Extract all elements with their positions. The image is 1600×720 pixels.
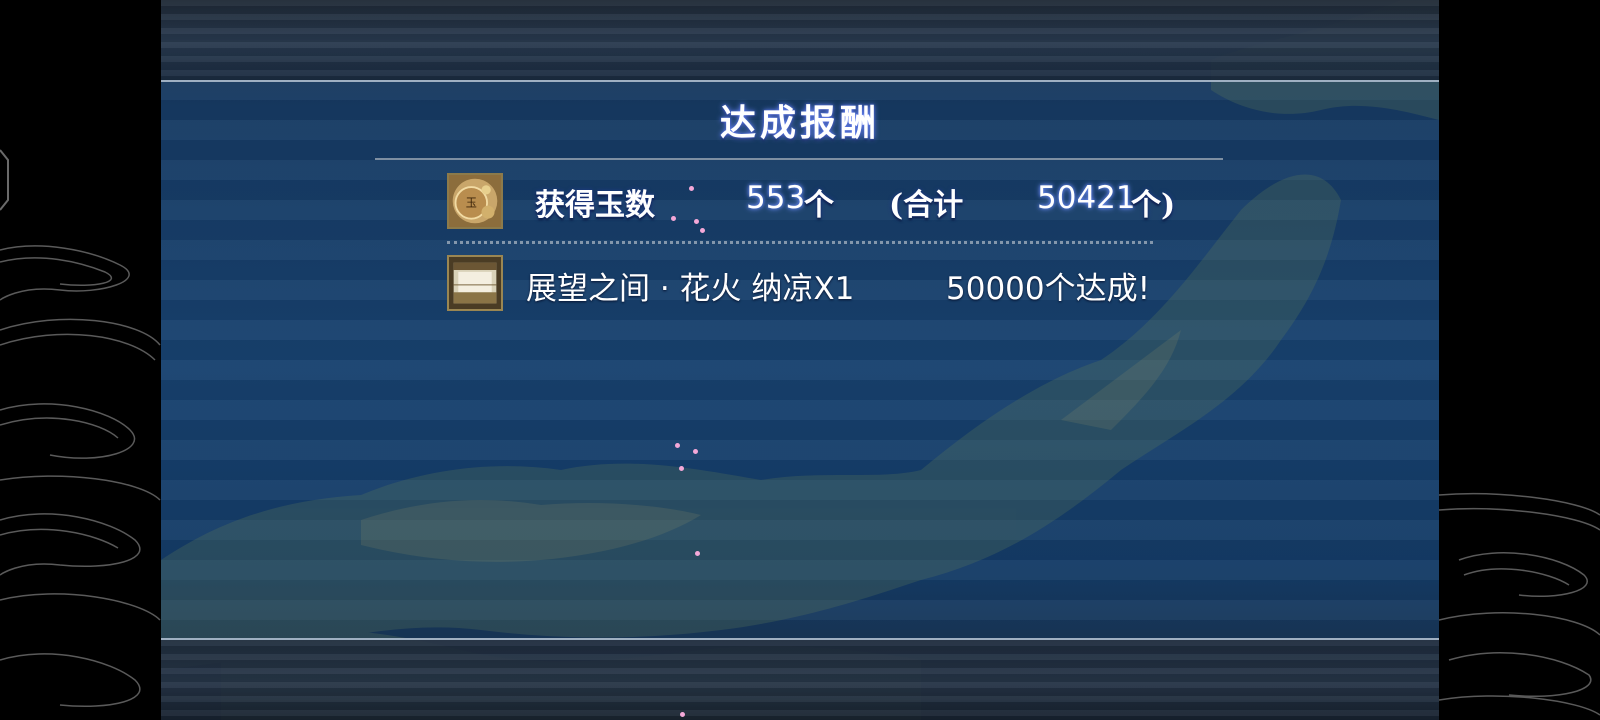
- bottom-rule: [161, 638, 1439, 640]
- jade-total-value: 50421: [1037, 180, 1136, 216]
- top-band: [161, 0, 1439, 81]
- jade-coin-icon: 玉: [447, 173, 503, 229]
- title-divider: [375, 158, 1223, 160]
- reward-item-name: 展望之间 · 花火 纳凉X1: [526, 271, 855, 307]
- jade-total-suffix: 个): [1131, 188, 1176, 223]
- svg-text:玉: 玉: [466, 197, 477, 210]
- petal-particle: [695, 551, 700, 556]
- right-wave-decoration: [1439, 0, 1600, 720]
- jade-gained-unit: 个: [804, 188, 834, 223]
- petal-particle: [671, 216, 676, 221]
- top-rule: [161, 80, 1439, 82]
- left-wave-decoration: [0, 0, 161, 720]
- reward-dialog-stage: 达成报酬 玉 获得玉数 553 个 (合计 50421 个) 展望之间 · 花火…: [161, 0, 1439, 720]
- row-separator: [447, 241, 1153, 244]
- bottom-band: [161, 640, 1439, 720]
- jade-label: 获得玉数: [535, 188, 655, 223]
- room-scene-icon: [447, 255, 503, 311]
- petal-particle: [694, 219, 699, 224]
- petal-particle: [675, 443, 680, 448]
- petal-particle: [689, 186, 694, 191]
- dialog-title: 达成报酬: [719, 102, 880, 144]
- petal-particle: [700, 228, 705, 233]
- jade-total-prefix: (合计: [889, 188, 964, 223]
- reward-condition: 50000个达成!: [946, 271, 1151, 307]
- petal-particle: [693, 449, 698, 454]
- petal-particle: [680, 712, 685, 717]
- jade-gained-value: 553: [746, 180, 806, 216]
- petal-particle: [679, 466, 684, 471]
